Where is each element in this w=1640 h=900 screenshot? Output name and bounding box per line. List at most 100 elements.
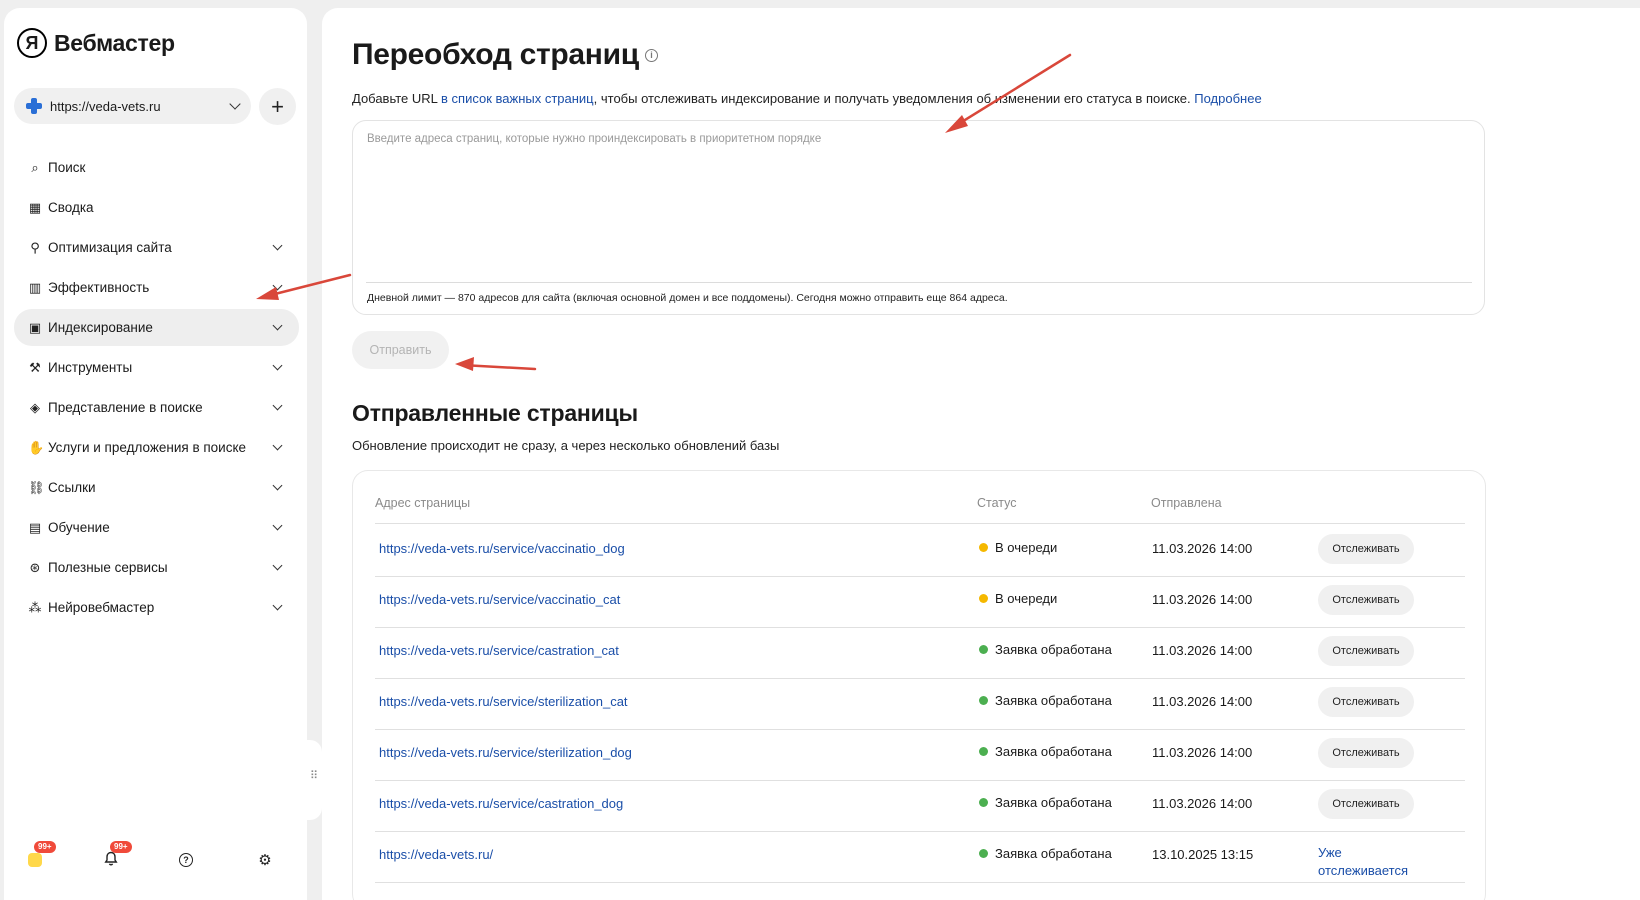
sidebar-item-4[interactable]: ▣ Индексирование	[14, 309, 299, 346]
sidebar-resize-handle[interactable]: ⠿	[306, 740, 322, 820]
sidebar-item-1[interactable]: ▦ Сводка	[14, 189, 299, 226]
sidebar-item-10[interactable]: ⊛ Полезные сервисы	[14, 549, 299, 586]
track-button[interactable]: Отслеживать	[1318, 636, 1414, 666]
sent-pages-subtitle: Обновление происходит не сразу, а через …	[352, 438, 780, 453]
status-text: В очереди	[995, 591, 1058, 606]
chevron-down-icon[interactable]	[272, 480, 283, 491]
chevron-down-icon[interactable]	[272, 560, 283, 571]
sidebar-item-9[interactable]: ▤ Обучение	[14, 509, 299, 546]
sent-date: 11.03.2026 14:00	[1152, 592, 1253, 607]
track-button[interactable]: Отслеживать	[1318, 585, 1414, 615]
gear-icon: ⚙	[258, 852, 272, 869]
help-icon: ?	[179, 853, 193, 867]
more-link[interactable]: Подробнее	[1194, 91, 1261, 106]
intro-text: Добавьте URL в список важных страниц, чт…	[352, 91, 1262, 106]
neuro-icon: ⁂	[28, 599, 42, 615]
sidebar-bottom-bar: 99+ 99+ ? ⚙	[4, 841, 307, 883]
status-dot-icon	[979, 543, 988, 552]
chevron-down-icon[interactable]	[272, 360, 283, 371]
divider	[366, 282, 1472, 283]
page-url-link[interactable]: https://veda-vets.ru/service/vaccinatio_…	[379, 541, 625, 556]
chevron-down-icon[interactable]	[272, 440, 283, 451]
chevron-down-icon[interactable]	[272, 320, 283, 331]
main-content: Переобход страниц i Добавьте URL в списо…	[322, 8, 1640, 900]
chevron-down-icon[interactable]	[272, 400, 283, 411]
table-row: https://veda-vets.ru/service/vaccinatio_…	[375, 524, 1465, 577]
chevron-down-icon[interactable]	[272, 520, 283, 531]
intro-after: , чтобы отслеживать индексирование и пол…	[593, 91, 1195, 106]
submit-button[interactable]: Отправить	[352, 331, 449, 369]
add-site-button[interactable]: +	[259, 88, 296, 125]
sidebar-item-7[interactable]: ✋ Услуги и предложения в поиске	[14, 429, 299, 466]
sent-date: 13.10.2025 13:15	[1152, 847, 1254, 862]
yandex-logo-icon: Я	[17, 28, 47, 58]
search-icon: ⌕	[31, 159, 39, 175]
sent-pages-title: Отправленные страницы	[352, 400, 638, 426]
status-text: Заявка обработана	[995, 744, 1112, 759]
logo[interactable]: Я Вебмастер	[17, 27, 175, 59]
page-url-link[interactable]: https://veda-vets.ru/service/sterilizati…	[379, 694, 628, 709]
status-cell: В очереди	[979, 540, 1057, 555]
status-dot-icon	[979, 798, 988, 807]
chevron-down-icon[interactable]	[272, 240, 283, 251]
status-cell: Заявка обработана	[979, 744, 1112, 759]
status-cell: Заявка обработана	[979, 846, 1112, 861]
sent-date: 11.03.2026 14:00	[1152, 541, 1253, 556]
sidebar-item-6[interactable]: ◈ Представление в поиске	[14, 389, 299, 426]
status-text: Заявка обработана	[995, 795, 1112, 810]
site-url: https://veda-vets.ru	[50, 98, 161, 114]
status-dot-icon	[979, 594, 988, 603]
column-header-url: Адрес страницы	[375, 496, 471, 510]
page-url-link[interactable]: https://veda-vets.ru/	[379, 847, 493, 862]
sidebar-item-3[interactable]: ▥ Эффективность	[14, 269, 299, 306]
page-url-link[interactable]: https://veda-vets.ru/service/vaccinatio_…	[379, 592, 620, 607]
info-icon[interactable]: i	[644, 48, 658, 62]
sidebar-item-label: Сводка	[48, 200, 94, 215]
track-button[interactable]: Отслеживать	[1318, 687, 1414, 717]
status-dot-icon	[979, 849, 988, 858]
sidebar-item-2[interactable]: ⚲ Оптимизация сайта	[14, 229, 299, 266]
url-textarea[interactable]	[367, 133, 1467, 273]
site-selector[interactable]: https://veda-vets.ru	[14, 88, 251, 124]
apps-icon	[28, 853, 42, 867]
bar-chart-icon: ▥	[28, 279, 42, 295]
daily-limit-text: Дневной лимит — 870 адресов для сайта (в…	[367, 292, 1008, 304]
table-row: https://veda-vets.ru/service/sterilizati…	[375, 677, 1465, 730]
apps-button[interactable]: 99+	[24, 841, 56, 871]
important-pages-link[interactable]: в список важных страниц	[441, 91, 594, 106]
sidebar-item-label: Нейровебмастер	[48, 600, 155, 615]
sidebar-item-label: Представление в поиске	[48, 400, 203, 415]
track-button[interactable]: Отслеживать	[1318, 534, 1414, 564]
logo-text: Вебмастер	[54, 29, 175, 56]
status-text: Заявка обработана	[995, 693, 1112, 708]
status-text: Заявка обработана	[995, 846, 1112, 861]
chevron-down-icon[interactable]	[272, 280, 283, 291]
track-button[interactable]: Отслеживать	[1318, 789, 1414, 819]
sidebar-item-0[interactable]: ⌕ Поиск	[14, 149, 299, 186]
sidebar-item-label: Индексирование	[48, 320, 153, 335]
status-cell: Заявка обработана	[979, 642, 1112, 657]
sidebar-item-label: Обучение	[48, 520, 110, 535]
settings-button[interactable]: ⚙	[254, 849, 276, 871]
drag-dots-icon: ⠿	[310, 770, 318, 782]
page-url-link[interactable]: https://veda-vets.ru/service/sterilizati…	[379, 745, 632, 760]
wrench-icon: ⚒	[29, 359, 41, 375]
page-url-link[interactable]: https://veda-vets.ru/service/castration_…	[379, 643, 619, 658]
notifications-button[interactable]: 99+	[100, 841, 132, 871]
services-icon: ⊛	[29, 559, 41, 575]
table-row: https://veda-vets.ru/service/sterilizati…	[375, 728, 1465, 781]
track-button[interactable]: Отслеживать	[1318, 738, 1414, 768]
already-tracked-link[interactable]: Уже отслеживается	[1318, 844, 1428, 880]
sidebar-item-5[interactable]: ⚒ Инструменты	[14, 349, 299, 386]
page-url-link[interactable]: https://veda-vets.ru/service/castration_…	[379, 796, 623, 811]
sidebar-item-8[interactable]: ⛓ Ссылки	[14, 469, 299, 506]
sidebar-item-11[interactable]: ⁂ Нейровебмастер	[14, 589, 299, 626]
sidebar-nav: ⌕ Поиск ▦ Сводка ⚲ Оптимизация сайта ▥ Эффектив…	[14, 149, 299, 629]
chevron-down-icon	[229, 98, 241, 110]
grid-icon: ▦	[28, 199, 42, 215]
status-dot-icon	[979, 645, 988, 654]
sent-date: 11.03.2026 14:00	[1152, 694, 1253, 709]
sidebar-item-label: Оптимизация сайта	[48, 240, 172, 255]
chevron-down-icon[interactable]	[272, 600, 283, 611]
help-button[interactable]: ?	[175, 849, 197, 871]
